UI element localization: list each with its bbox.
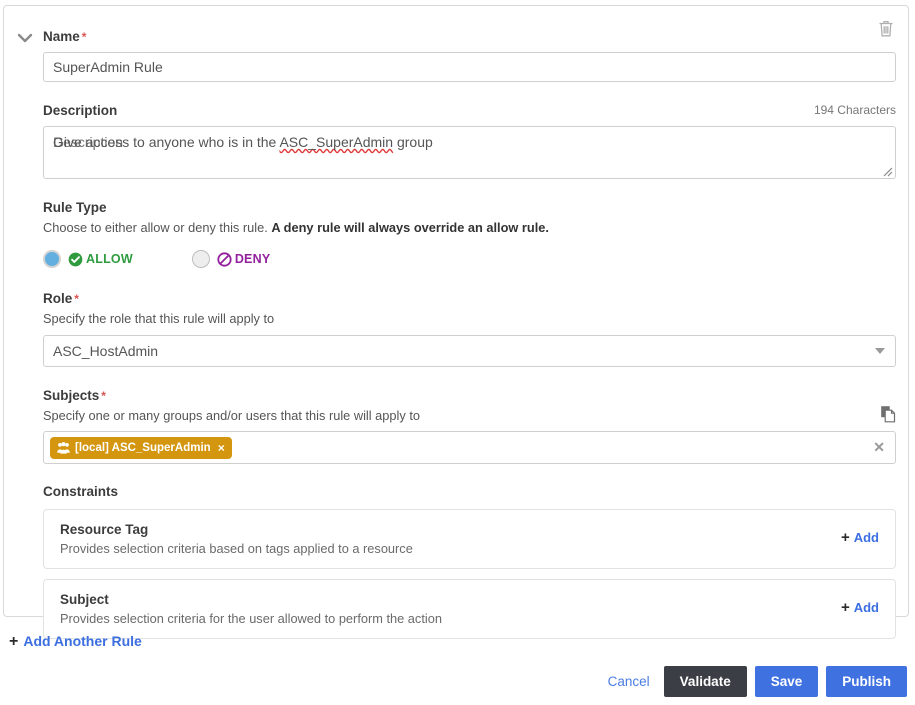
users-group-icon bbox=[57, 441, 70, 454]
constraint-description: Provides selection criteria for the user… bbox=[60, 611, 442, 626]
validate-button[interactable]: Validate bbox=[663, 666, 747, 697]
role-select-value: ASC_HostAdmin bbox=[53, 343, 159, 359]
clear-icon[interactable]: ✕ bbox=[873, 440, 885, 454]
radio-deny-dot[interactable] bbox=[191, 250, 210, 268]
description-textarea[interactable] bbox=[43, 126, 896, 179]
publish-button[interactable]: Publish bbox=[826, 666, 907, 697]
ban-icon bbox=[217, 251, 232, 267]
constraint-title: Resource Tag bbox=[60, 522, 149, 537]
constraint-title: Subject bbox=[60, 592, 109, 607]
required-marker: * bbox=[81, 30, 87, 44]
plus-icon: + bbox=[9, 632, 19, 650]
add-resource-tag-button[interactable]: + Add bbox=[841, 530, 879, 545]
subjects-group: Subjects * Specify one or many groups and… bbox=[43, 387, 896, 464]
role-help: Specify the role that this rule will app… bbox=[43, 311, 275, 326]
rule-type-radio-row: ALLOW DENY bbox=[43, 248, 896, 270]
rule-type-label: Rule Type bbox=[43, 200, 107, 215]
constraint-text: Subject Provides selection criteria for … bbox=[60, 591, 442, 627]
subjects-help: Specify one or many groups and/or users … bbox=[43, 408, 420, 423]
constraint-row-subject: Subject Provides selection criteria for … bbox=[43, 579, 896, 639]
save-button[interactable]: Save bbox=[754, 666, 819, 697]
description-label-row: Description 194 Characters bbox=[43, 102, 896, 120]
required-marker: * bbox=[74, 292, 79, 306]
constraint-row-resource-tag: Resource Tag Provides selection criteria… bbox=[43, 509, 896, 569]
name-field-group: Name * bbox=[43, 28, 896, 82]
name-label: Name * bbox=[43, 29, 87, 44]
subject-chip-remove-icon[interactable]: × bbox=[218, 442, 225, 454]
character-count: 194 Characters bbox=[813, 103, 896, 117]
radio-option-allow[interactable]: ALLOW bbox=[43, 250, 133, 268]
rule-type-group: Rule Type Choose to either allow or deny… bbox=[43, 199, 896, 270]
rule-type-help-bold: A deny rule will always override an allo… bbox=[271, 220, 549, 235]
radio-option-deny[interactable]: DENY bbox=[191, 250, 271, 268]
required-marker: * bbox=[101, 389, 106, 403]
role-select[interactable]: ASC_HostAdmin bbox=[43, 335, 896, 367]
radio-allow-dot[interactable] bbox=[43, 250, 61, 268]
constraint-description: Provides selection criteria based on tag… bbox=[60, 541, 413, 556]
check-circle-icon bbox=[68, 252, 83, 266]
radio-allow-label: ALLOW bbox=[86, 252, 133, 266]
subject-chip-label: [local] ASC_SuperAdmin bbox=[75, 441, 211, 454]
add-another-rule-button[interactable]: + Add Another Rule bbox=[9, 633, 142, 649]
cancel-button[interactable]: Cancel bbox=[602, 666, 656, 697]
plus-icon: + bbox=[840, 599, 850, 616]
rule-type-help: Choose to either allow or deny this rule… bbox=[43, 220, 549, 235]
add-label: Add bbox=[853, 530, 879, 545]
rule-card: Name* Description 194 Characters Give ac… bbox=[3, 5, 909, 639]
subjects-input[interactable]: [local] ASC_SuperAdmin × bbox=[43, 431, 896, 464]
chevron-down-icon[interactable] bbox=[875, 348, 885, 354]
role-label: Role * bbox=[43, 291, 79, 306]
subject-chip[interactable]: [local] ASC_SuperAdmin × bbox=[50, 436, 232, 459]
copy-icon[interactable] bbox=[880, 405, 896, 423]
add-another-rule-label: Add Another Rule bbox=[23, 633, 142, 649]
role-group: Role * Specify the role that this rule wi… bbox=[43, 290, 896, 367]
subjects-label: Subjects * bbox=[43, 388, 106, 403]
name-input[interactable] bbox=[43, 52, 896, 82]
constraints-label: Constraints bbox=[43, 484, 119, 499]
constraint-text: Resource Tag Provides selection criteria… bbox=[60, 521, 413, 557]
radio-deny-label: DENY bbox=[234, 252, 271, 266]
footer-actions: Cancel Validate Save Publish bbox=[602, 666, 907, 697]
chevron-down-icon[interactable] bbox=[14, 27, 36, 49]
plus-icon: + bbox=[840, 529, 850, 546]
description-label: Description bbox=[43, 103, 118, 118]
add-label: Add bbox=[853, 600, 879, 615]
rule-form: Name* Description 194 Characters Give ac… bbox=[43, 22, 896, 639]
description-field-group: Give access to anyone who is in the ASC_… bbox=[43, 126, 896, 179]
role-select-wrap: ASC_HostAdmin bbox=[43, 335, 896, 367]
add-subject-button[interactable]: + Add bbox=[841, 600, 879, 615]
subjects-chips-wrap: [local] ASC_SuperAdmin × ✕ bbox=[43, 431, 896, 464]
